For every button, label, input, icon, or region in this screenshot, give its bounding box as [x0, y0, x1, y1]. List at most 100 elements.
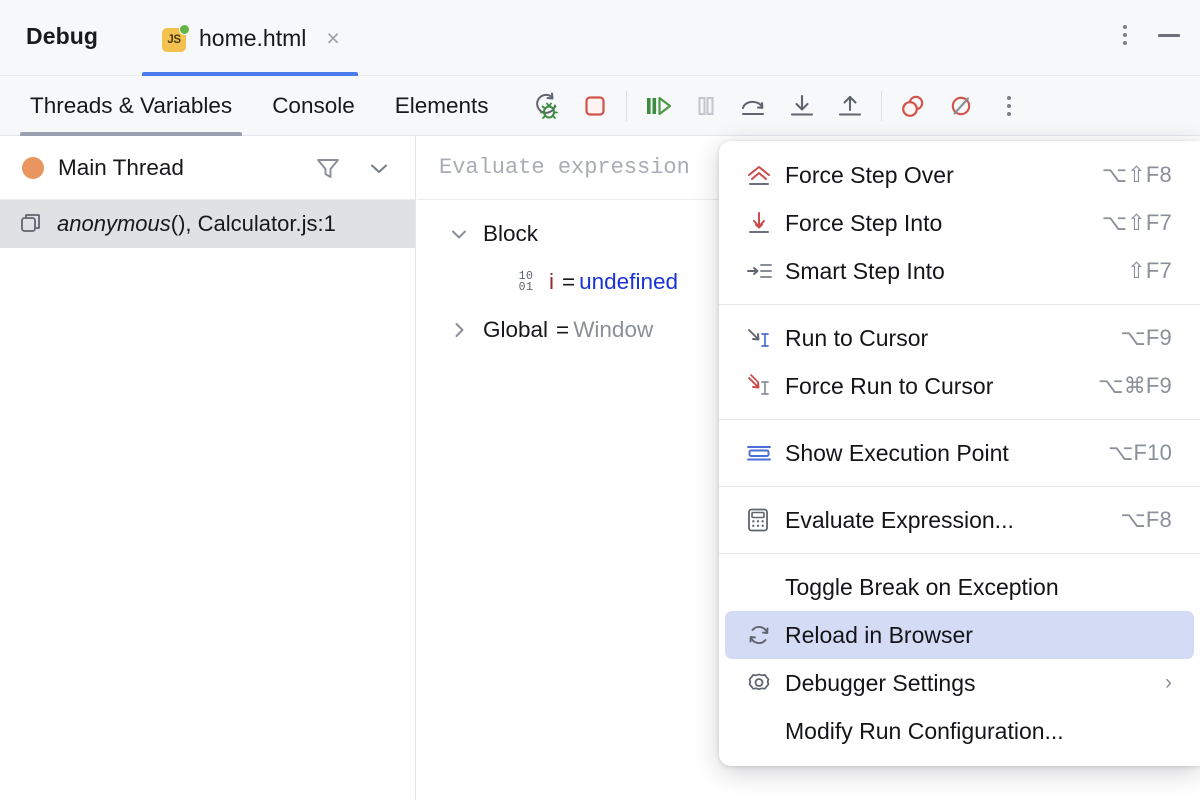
- minimize-icon[interactable]: [1156, 22, 1182, 48]
- evaluate-placeholder: Evaluate expression: [439, 155, 690, 180]
- js-file-icon: JS: [162, 25, 189, 52]
- menu-item-label: Debugger Settings: [785, 670, 976, 697]
- menu-item-shortcut: ⌥⇧F7: [1102, 210, 1172, 236]
- thread-name: Main Thread: [58, 155, 184, 181]
- menu-item-label: Modify Run Configuration...: [785, 718, 1064, 745]
- force-step-into-icon: [745, 209, 785, 237]
- menu-item-run-to-cursor[interactable]: Run to Cursor ⌥F9: [725, 314, 1194, 362]
- menu-separator: [719, 419, 1200, 420]
- tab-label: Threads & Variables: [30, 93, 232, 119]
- menu-item-label: Toggle Break on Exception: [785, 574, 1059, 601]
- kebab-icon[interactable]: [987, 84, 1031, 128]
- breakpoints-icon[interactable]: [891, 84, 935, 128]
- evaluate-expression-icon: [745, 506, 785, 534]
- menu-item-label: Force Run to Cursor: [785, 373, 993, 400]
- close-icon[interactable]: ×: [326, 27, 339, 50]
- stop-icon[interactable]: [573, 84, 617, 128]
- debug-actions-context-menu: Force Step Over ⌥⇧F8 Force Step Into ⌥⇧F…: [719, 141, 1200, 766]
- force-step-over-icon: [745, 161, 785, 189]
- menu-item-force-step-into[interactable]: Force Step Into ⌥⇧F7: [725, 199, 1194, 247]
- menu-item-shortcut: ⌥F8: [1120, 507, 1172, 533]
- variable-value: undefined: [579, 269, 678, 295]
- frames-panel: Main Thread anonymous(), Ca: [0, 136, 416, 800]
- stack-frame-row[interactable]: anonymous(), Calculator.js:1: [0, 200, 415, 248]
- tab-elements[interactable]: Elements: [375, 76, 509, 136]
- step-over-icon[interactable]: [732, 84, 776, 128]
- menu-item-shortcut: ⌥F10: [1108, 440, 1172, 466]
- debug-tool-window: Debug JS home.html × Threads & Variables…: [0, 0, 1200, 800]
- frame-label: anonymous(), Calculator.js:1: [57, 211, 336, 237]
- breakpoint-controls-group: [891, 84, 1031, 128]
- menu-item-modify-run-configuration[interactable]: Modify Run Configuration...: [725, 707, 1194, 755]
- menu-item-label: Reload in Browser: [785, 622, 973, 649]
- resume-icon[interactable]: [636, 84, 680, 128]
- menu-separator: [719, 486, 1200, 487]
- step-out-icon[interactable]: [828, 84, 872, 128]
- frame-icon: [18, 211, 44, 237]
- scope-name: Block: [483, 221, 538, 247]
- scope-value: Window: [573, 317, 653, 343]
- tab-label: Console: [272, 93, 355, 119]
- menu-item-shortcut: ⇧F7: [1127, 258, 1172, 284]
- menu-item-smart-step-into[interactable]: Smart Step Into ⇧F7: [725, 247, 1194, 295]
- menu-item-shortcut: ⌥⌘F9: [1098, 373, 1172, 399]
- tab-label: home.html: [199, 25, 306, 52]
- menu-item-toggle-break-on-exception[interactable]: Toggle Break on Exception: [725, 563, 1194, 611]
- tab-label: Elements: [395, 93, 489, 119]
- thread-selector[interactable]: Main Thread: [0, 136, 415, 200]
- chevron-down-icon[interactable]: [445, 222, 473, 246]
- debug-toolbar: Threads & Variables Console Elements: [0, 76, 1200, 136]
- menu-item-shortcut: ⌥F9: [1120, 325, 1172, 351]
- chevron-down-icon[interactable]: [365, 154, 393, 182]
- menu-separator: [719, 553, 1200, 554]
- thread-status-icon: [22, 157, 44, 179]
- reload-icon: [745, 621, 785, 649]
- modified-dot-icon: [179, 24, 190, 35]
- menu-item-label: Smart Step Into: [785, 258, 945, 285]
- tab-console[interactable]: Console: [252, 76, 375, 136]
- menu-separator: [719, 304, 1200, 305]
- menu-item-reload-in-browser[interactable]: Reload in Browser: [725, 611, 1194, 659]
- tab-threads-variables[interactable]: Threads & Variables: [10, 76, 252, 136]
- toolbar-separator: [626, 91, 627, 121]
- title-bar: Debug JS home.html ×: [0, 0, 1200, 76]
- menu-item-debugger-settings[interactable]: Debugger Settings ›: [725, 659, 1194, 707]
- chevron-right-icon[interactable]: [445, 318, 473, 342]
- menu-item-show-execution-point[interactable]: Show Execution Point ⌥F10: [725, 429, 1194, 477]
- menu-item-label: Show Execution Point: [785, 440, 1009, 467]
- frame-function-name: anonymous: [57, 211, 171, 236]
- menu-item-label: Force Step Into: [785, 210, 942, 237]
- menu-item-force-run-to-cursor[interactable]: Force Run to Cursor ⌥⌘F9: [725, 362, 1194, 410]
- chevron-right-icon: ›: [1165, 671, 1172, 695]
- force-run-to-cursor-icon: [745, 372, 785, 400]
- menu-item-label: Run to Cursor: [785, 325, 928, 352]
- editor-tabstrip: JS home.html ×: [142, 0, 358, 76]
- pause-icon[interactable]: [684, 84, 728, 128]
- menu-item-force-step-over[interactable]: Force Step Over ⌥⇧F8: [725, 151, 1194, 199]
- show-execution-point-icon: [745, 439, 785, 467]
- mute-breakpoints-icon[interactable]: [939, 84, 983, 128]
- run-controls-group: [525, 84, 617, 128]
- smart-step-into-icon: [745, 257, 785, 285]
- variable-name: i: [549, 269, 554, 295]
- rerun-debug-icon[interactable]: [525, 84, 569, 128]
- step-into-icon[interactable]: [780, 84, 824, 128]
- toolbar-separator: [881, 91, 882, 121]
- window-controls: [1114, 22, 1182, 48]
- page-title: Debug: [26, 23, 98, 50]
- kebab-icon[interactable]: [1114, 22, 1136, 48]
- step-controls-group: [636, 84, 872, 128]
- run-to-cursor-icon: [745, 324, 785, 352]
- menu-item-shortcut: ⌥⇧F8: [1102, 162, 1172, 188]
- menu-item-label: Force Step Over: [785, 162, 954, 189]
- menu-item-label: Evaluate Expression...: [785, 507, 1014, 534]
- filter-icon[interactable]: [313, 153, 343, 183]
- equals-sign: =: [556, 317, 569, 343]
- gear-icon: [745, 669, 785, 697]
- binary-variable-icon: 1001: [511, 271, 541, 293]
- scope-name: Global: [483, 317, 548, 343]
- tab-home-html[interactable]: JS home.html ×: [142, 0, 358, 76]
- frame-location: (), Calculator.js:1: [171, 211, 336, 236]
- equals-sign: =: [562, 269, 575, 295]
- menu-item-evaluate-expression[interactable]: Evaluate Expression... ⌥F8: [725, 496, 1194, 544]
